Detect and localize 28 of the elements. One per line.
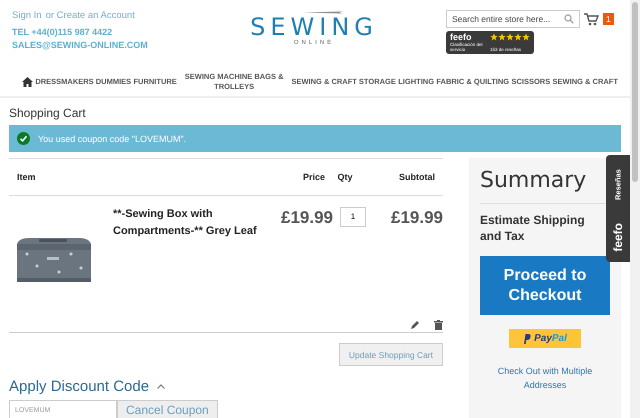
subtotal-text: £19.99 <box>390 208 443 229</box>
cart-icon[interactable] <box>584 12 599 26</box>
logo-text[interactable]: SEWING <box>250 15 378 39</box>
check-circle-icon <box>17 132 30 145</box>
paypal-button[interactable]: PayPal <box>509 329 581 348</box>
price-text: £19.99 <box>280 208 333 229</box>
pencil-icon[interactable] <box>410 320 420 330</box>
phone-number: TEL +44(0)115 987 4422 <box>12 27 114 37</box>
page-title: Shopping Cart <box>9 106 87 120</box>
cart-count-badge: 1 <box>602 13 614 25</box>
home-icon[interactable] <box>22 77 33 87</box>
paypal-p-icon <box>523 334 532 344</box>
estimate-shipping-toggle[interactable]: Estimate Shipping and Tax <box>480 212 595 244</box>
section-heading[interactable]: Apply Discount Code <box>9 378 150 395</box>
column-header: Item <box>17 172 37 182</box>
search-icon <box>564 14 574 24</box>
quantity-field[interactable]: 1 <box>340 206 366 226</box>
column-header: Price <box>302 172 325 182</box>
scrollbar[interactable] <box>630 0 640 418</box>
trash-icon[interactable] <box>434 320 443 330</box>
column-header: Qty <box>336 172 354 182</box>
caret-up-icon[interactable] <box>157 384 166 389</box>
column-header: Subtotal <box>398 172 435 182</box>
product-name-link[interactable]: **-Sewing Box with Compartments-** Grey Leaf <box>113 206 263 240</box>
multiple-addresses-link[interactable]: Check Out with Multiple Addresses <box>480 364 610 392</box>
search-field[interactable]: Search entire store here... <box>446 10 580 28</box>
checkout-button[interactable]: Proceed to Checkout <box>480 256 610 315</box>
coupon-message: You used coupon code "LOVEMUM". <box>38 134 186 144</box>
